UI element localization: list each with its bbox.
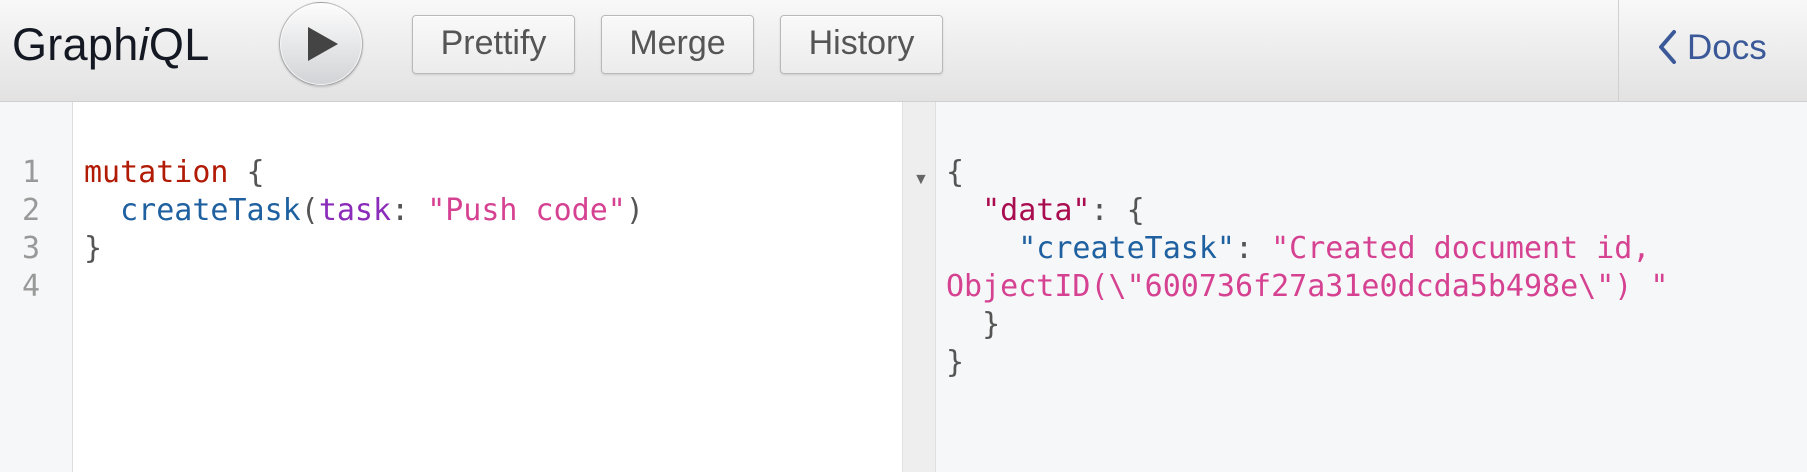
field-name: createTask bbox=[120, 193, 301, 228]
docs-button[interactable]: Docs bbox=[1657, 23, 1767, 73]
result-line: } bbox=[946, 307, 1001, 342]
open-brace: { bbox=[228, 155, 265, 190]
json-punctuation: : { bbox=[1090, 193, 1145, 228]
editor-result-splitter[interactable]: ▼ bbox=[902, 102, 936, 472]
line-number: 3 bbox=[21, 231, 40, 266]
prettify-button[interactable]: Prettify bbox=[412, 15, 575, 74]
graphiql-app: GraphiQL Prettify Merge History Docs 1 2… bbox=[0, 0, 1807, 472]
query-editor[interactable]: 1 2 3 4 mutation { createTask(task: "Pus… bbox=[0, 102, 902, 472]
open-paren: ( bbox=[300, 193, 319, 228]
docs-label: Docs bbox=[1687, 28, 1767, 67]
result-line: { bbox=[946, 155, 965, 190]
result-line: } bbox=[946, 345, 965, 380]
logo-suffix: QL bbox=[148, 19, 210, 70]
history-button[interactable]: History bbox=[780, 15, 943, 74]
code-line: mutation { bbox=[84, 154, 265, 192]
code-line: } bbox=[84, 230, 102, 268]
argument-value: "Push code" bbox=[427, 193, 626, 228]
logo-prefix: Graph bbox=[12, 19, 139, 70]
logo-italic: i bbox=[138, 19, 149, 70]
result-viewer: { "data": { "createTask": "Created docum… bbox=[936, 102, 1807, 472]
argument-name: task bbox=[318, 193, 392, 228]
toolbar: GraphiQL Prettify Merge History Docs bbox=[0, 0, 1807, 102]
json-string-value-continued: ObjectID(\"600736f27a31e0dcda5b498e\") " bbox=[946, 269, 1669, 304]
chevron-left-icon bbox=[1659, 29, 1676, 64]
json-key-createtask: "createTask" bbox=[1018, 231, 1235, 266]
line-number: 4 bbox=[21, 269, 40, 304]
fold-triangle-icon[interactable]: ▼ bbox=[913, 172, 929, 188]
json-string-value: "Created document id, bbox=[1271, 231, 1651, 266]
execute-query-button[interactable] bbox=[279, 2, 363, 86]
play-icon bbox=[308, 27, 338, 61]
line-number: 1 bbox=[21, 155, 40, 190]
line-number: 2 bbox=[21, 193, 40, 228]
line-number-gutter: 1 2 3 4 bbox=[0, 102, 73, 472]
result-line: ObjectID(\"600736f27a31e0dcda5b498e\") " bbox=[946, 268, 1668, 306]
merge-button[interactable]: Merge bbox=[601, 15, 754, 74]
graphiql-logo: GraphiQL bbox=[12, 20, 210, 70]
colon: : bbox=[391, 193, 428, 228]
code-line: createTask(task: "Push code") bbox=[84, 192, 644, 230]
result-line: "data": { bbox=[946, 192, 1145, 230]
json-colon: : bbox=[1235, 231, 1272, 266]
mutation-keyword: mutation bbox=[84, 155, 229, 190]
docs-explorer-toggle-area: Docs bbox=[1618, 0, 1807, 101]
close-brace: } bbox=[84, 231, 103, 266]
json-key-data: "data" bbox=[982, 193, 1091, 228]
result-line: "createTask": "Created document id, bbox=[946, 230, 1650, 268]
close-paren: ) bbox=[625, 193, 644, 228]
